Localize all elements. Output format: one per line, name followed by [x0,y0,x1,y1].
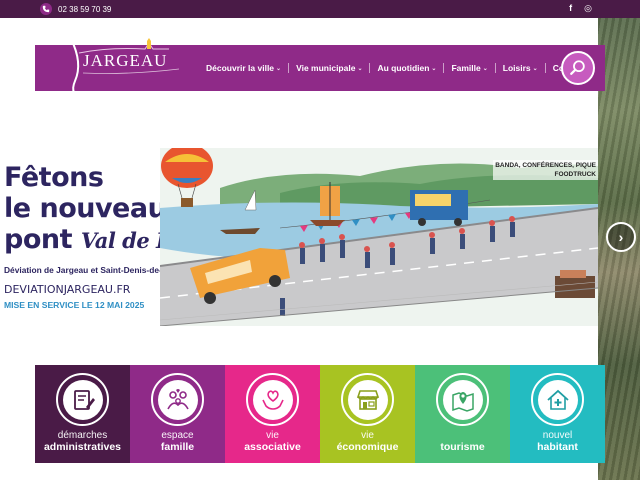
jargeau-logo[interactable]: JARGEAU [49,33,189,103]
tile-vie-economique[interactable]: vie économique [320,365,415,463]
tile-icon-ring [341,373,394,426]
main-header: JARGEAU Découvrir la ville ⌄ Vie municipa… [35,38,605,100]
house-plus-icon [546,389,569,410]
family-icon [166,388,189,409]
tile-label-main: économique [336,441,399,453]
tile-label-main: famille [160,441,195,453]
nav-loisirs[interactable]: Loisirs ⌄ [494,63,545,73]
nav-au-quotidien[interactable]: Au quotidien ⌄ [369,63,443,73]
tile-icon-ring [246,373,299,426]
banda-line: BANDA, CONFÉRENCES, PIQUE [495,162,596,169]
heart-hands-icon [261,389,284,410]
tile-label-main: habitant [537,441,578,453]
tile-nouvel-habitant[interactable]: nouvel habitant [510,365,605,463]
chevron-down-icon: ⌄ [482,65,488,72]
tile-label-main: administratives [43,441,122,453]
tile-vie-associative[interactable]: vie associative [225,365,320,463]
shop-icon [356,389,379,410]
top-bar: 02 38 59 70 39 f ◎ [0,0,640,18]
tile-espace-famille[interactable]: espace famille [130,365,225,463]
hero-title-line: pont [4,224,73,255]
document-pen-icon [73,389,95,410]
tile-icon-ring [531,373,584,426]
nav-label: Découvrir la ville [206,63,275,73]
chevron-right-icon: › [618,229,624,245]
hero-date: MISE EN SERVICE LE 12 MAI 2025 [4,300,145,310]
chevron-down-icon: ⌄ [431,65,437,72]
banda-line: FOODTRUCK [554,171,596,178]
tile-label-main: associative [244,441,301,453]
search-button[interactable] [561,51,595,85]
tile-icon-ring [56,373,109,426]
nav-label: Loisirs [502,63,531,73]
main-navigation: Découvrir la ville ⌄ Vie municipale ⌄ Au q… [199,45,591,91]
carousel-next-button[interactable]: › [606,222,636,252]
social-links: f ◎ [569,3,592,14]
hero-url[interactable]: DEVIATIONJARGEAU.FR [4,283,130,296]
instagram-icon[interactable]: ◎ [584,3,592,14]
logo-text: JARGEAU [83,51,168,70]
phone-contact[interactable]: 02 38 59 70 39 [40,2,111,16]
phone-number[interactable]: 02 38 59 70 39 [58,5,111,14]
hero-banda-caption: BANDA, CONFÉRENCES, PIQUE FOODTRUCK [493,160,598,180]
nav-vie-municipale[interactable]: Vie municipale ⌄ [288,63,369,73]
tile-icon-ring [436,373,489,426]
nav-famille[interactable]: Famille ⌄ [443,63,494,73]
nav-label: Vie municipale [296,63,356,73]
tile-icon-ring [151,373,204,426]
hero-illustration: BANDA, CONFÉRENCES, PIQUE FOODTRUCK [160,148,598,326]
tile-label-main: tourisme [440,441,485,453]
hero-banner[interactable]: Fêtons le nouveau pont Val de Loire Dévi… [0,148,598,328]
nav-decouvrir[interactable]: Découvrir la ville ⌄ [199,63,288,73]
map-pin-icon [451,391,474,412]
phone-icon [40,3,52,15]
nav-label: Au quotidien [377,63,430,73]
tile-demarches-administratives[interactable]: démarches administratives [35,365,130,463]
search-icon [570,60,585,75]
quick-access-tiles: démarches administratives espace famille… [35,365,605,463]
chevron-down-icon: ⌄ [276,65,282,72]
nav-label: Famille [451,63,481,73]
chevron-down-icon: ⌄ [532,65,538,72]
facebook-icon[interactable]: f [569,3,572,14]
tile-tourisme[interactable]: tourisme [415,365,510,463]
chevron-down-icon: ⌄ [357,65,363,72]
